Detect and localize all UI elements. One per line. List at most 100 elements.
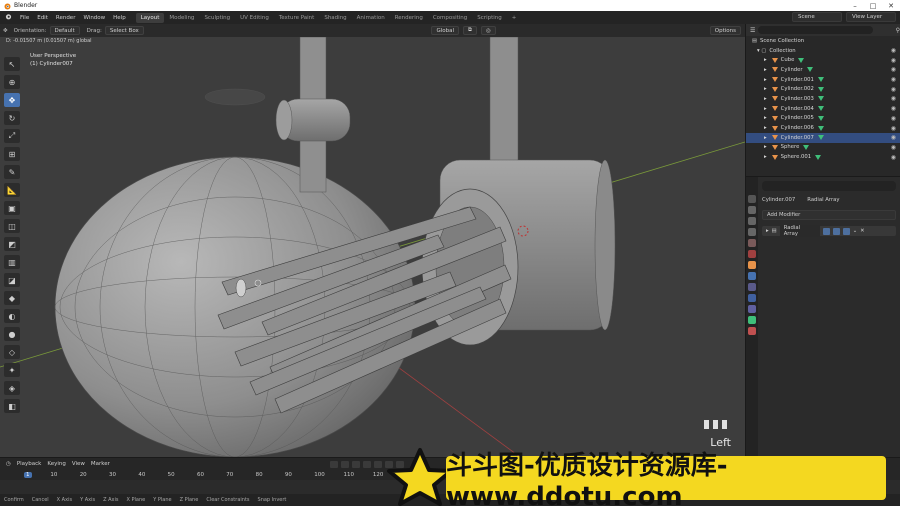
scene-selector[interactable]: Scene [792, 12, 842, 22]
expand-icon[interactable]: ▸ [764, 154, 767, 160]
outliner-row[interactable]: ▸ Cylinder.006 ◉ [746, 123, 900, 133]
drag-dropdown[interactable]: Select Box [104, 26, 144, 35]
outliner-row[interactable]: ▸ Cylinder ◉ [746, 65, 900, 75]
particles-tab-icon[interactable] [748, 283, 756, 291]
timeline-menu-marker[interactable]: Marker [91, 461, 110, 467]
viewport-toggle-icon[interactable] [832, 227, 840, 235]
options-dropdown[interactable]: Options [709, 26, 741, 35]
tab-sculpting[interactable]: Sculpting [199, 13, 235, 23]
menu-render[interactable]: Render [52, 15, 80, 21]
visibility-icon[interactable]: ◉ [891, 154, 896, 161]
properties-search-input[interactable] [762, 181, 896, 191]
modifier-tab-icon[interactable] [748, 272, 756, 280]
visibility-icon[interactable]: ◉ [891, 125, 896, 132]
rip-tool-icon[interactable]: ◧ [4, 399, 20, 413]
outliner-search-input[interactable] [758, 26, 873, 34]
cursor-tool-icon[interactable]: ⊕ [4, 75, 20, 89]
tab-texture-paint[interactable]: Texture Paint [274, 13, 320, 23]
menu-edit[interactable]: Edit [33, 15, 52, 21]
minimize-icon[interactable]: – [846, 0, 864, 11]
select-tool-icon[interactable]: ↖ [4, 57, 20, 71]
shear-tool-icon[interactable]: ◈ [4, 381, 20, 395]
expand-icon[interactable]: ▸ [764, 86, 767, 92]
expand-icon[interactable]: ▸ [764, 125, 767, 131]
visibility-icon[interactable]: ◉ [891, 95, 896, 102]
maximize-icon[interactable]: □ [864, 0, 882, 11]
blender-menu-icon[interactable] [0, 13, 16, 22]
tool-tab-icon[interactable] [748, 195, 756, 203]
menu-file[interactable]: File [16, 15, 33, 21]
menu-help[interactable]: Help [109, 15, 130, 21]
play-reverse-icon[interactable] [363, 461, 371, 468]
expand-icon[interactable]: ▸ [764, 106, 767, 112]
timeline-menu-view[interactable]: View [72, 461, 85, 467]
constraints-tab-icon[interactable] [748, 305, 756, 313]
spin-tool-icon[interactable]: ◐ [4, 309, 20, 323]
tab-uv-editing[interactable]: UV Editing [235, 13, 274, 23]
knife-tool-icon[interactable]: ◪ [4, 273, 20, 287]
orientation-dropdown[interactable]: Default [49, 26, 80, 35]
edit-mode-toggle-icon[interactable] [822, 227, 830, 235]
add-workspace-icon[interactable]: + [507, 13, 522, 23]
outliner-row[interactable]: ▸ Cylinder.002 ◉ [746, 84, 900, 94]
outliner-row[interactable]: ▸ Cube ◉ [746, 55, 900, 65]
transform-tool-icon[interactable]: ⊞ [4, 147, 20, 161]
visibility-icon[interactable]: ◉ [891, 86, 896, 93]
render-toggle-icon[interactable] [842, 227, 850, 235]
outliner-row[interactable]: ▸ Cylinder.005 ◉ [746, 114, 900, 124]
scene-render[interactable] [0, 37, 745, 457]
add-modifier-button[interactable]: Add Modifier [762, 210, 896, 220]
visibility-icon[interactable]: ◉ [891, 66, 896, 73]
outliner-row[interactable]: ▸ Cylinder.004 ◉ [746, 104, 900, 114]
smooth-tool-icon[interactable]: ● [4, 327, 20, 341]
outliner-row-collection[interactable]: ▾ ▢ Collection ◉ [746, 46, 900, 56]
material-tab-icon[interactable] [748, 327, 756, 335]
play-icon[interactable] [374, 461, 382, 468]
transform-orientation-dropdown[interactable]: Global [431, 26, 460, 35]
output-tab-icon[interactable] [748, 217, 756, 225]
outliner-row-scene-collection[interactable]: ▤ Scene Collection [746, 36, 900, 46]
shrink-tool-icon[interactable]: ✦ [4, 363, 20, 377]
scale-tool-icon[interactable]: ⤢ [4, 129, 20, 143]
visibility-icon[interactable]: ◉ [891, 115, 896, 122]
tab-animation[interactable]: Animation [352, 13, 390, 23]
modifier-menu-icon[interactable]: ⌄ [853, 228, 857, 234]
transform-icon[interactable]: ✥ [0, 28, 11, 34]
record-icon[interactable] [330, 461, 338, 468]
outliner-row[interactable]: ▸ Cylinder.001 ◉ [746, 75, 900, 85]
move-tool-icon[interactable]: ✥ [4, 93, 20, 107]
visibility-icon[interactable]: ◉ [891, 57, 896, 64]
outliner-row[interactable]: ▸ Cylinder.003 ◉ [746, 94, 900, 104]
visibility-icon[interactable]: ◉ [891, 144, 896, 151]
expand-icon[interactable]: ▸ [764, 135, 767, 141]
physics-tab-icon[interactable] [748, 294, 756, 302]
close-icon[interactable]: ✕ [882, 0, 900, 11]
outliner-editor-icon[interactable]: ☰ [750, 27, 755, 34]
prev-key-icon[interactable] [352, 461, 360, 468]
visibility-icon[interactable]: ◉ [891, 76, 896, 83]
bevel-tool-icon[interactable]: ◩ [4, 237, 20, 251]
expand-icon[interactable]: ▸ [764, 77, 767, 83]
tab-rendering[interactable]: Rendering [390, 13, 428, 23]
proportional-edit-toggle[interactable]: ◎ [480, 26, 496, 35]
expand-icon[interactable]: ▸ [764, 96, 767, 102]
expand-icon[interactable]: ▸ [764, 67, 767, 73]
visibility-icon[interactable]: ◉ [891, 105, 896, 112]
object-tab-icon[interactable] [748, 261, 756, 269]
view-layer-selector[interactable]: View Layer [846, 12, 896, 22]
outliner-row[interactable]: ▸ Cylinder.007 ◉ [746, 132, 900, 143]
inset-tool-icon[interactable]: ◫ [4, 219, 20, 233]
outliner-row[interactable]: ▸ Sphere ◉ [746, 143, 900, 153]
expand-icon[interactable]: ▸ [766, 228, 769, 234]
snap-toggle[interactable]: ⧉ [463, 26, 477, 35]
filter-icon[interactable]: ⚲ [896, 27, 900, 34]
jump-start-icon[interactable] [341, 461, 349, 468]
annotate-tool-icon[interactable]: ✎ [4, 165, 20, 179]
expand-icon[interactable]: ▸ [764, 115, 767, 121]
measure-tool-icon[interactable]: 📐 [4, 183, 20, 197]
view-layer-tab-icon[interactable] [748, 228, 756, 236]
modifier-panel[interactable]: ▸ ▤ Radial Array ⌄ ✕ [762, 225, 896, 237]
extrude-tool-icon[interactable]: ▣ [4, 201, 20, 215]
tab-shading[interactable]: Shading [319, 13, 351, 23]
tab-layout[interactable]: Layout [135, 12, 165, 23]
